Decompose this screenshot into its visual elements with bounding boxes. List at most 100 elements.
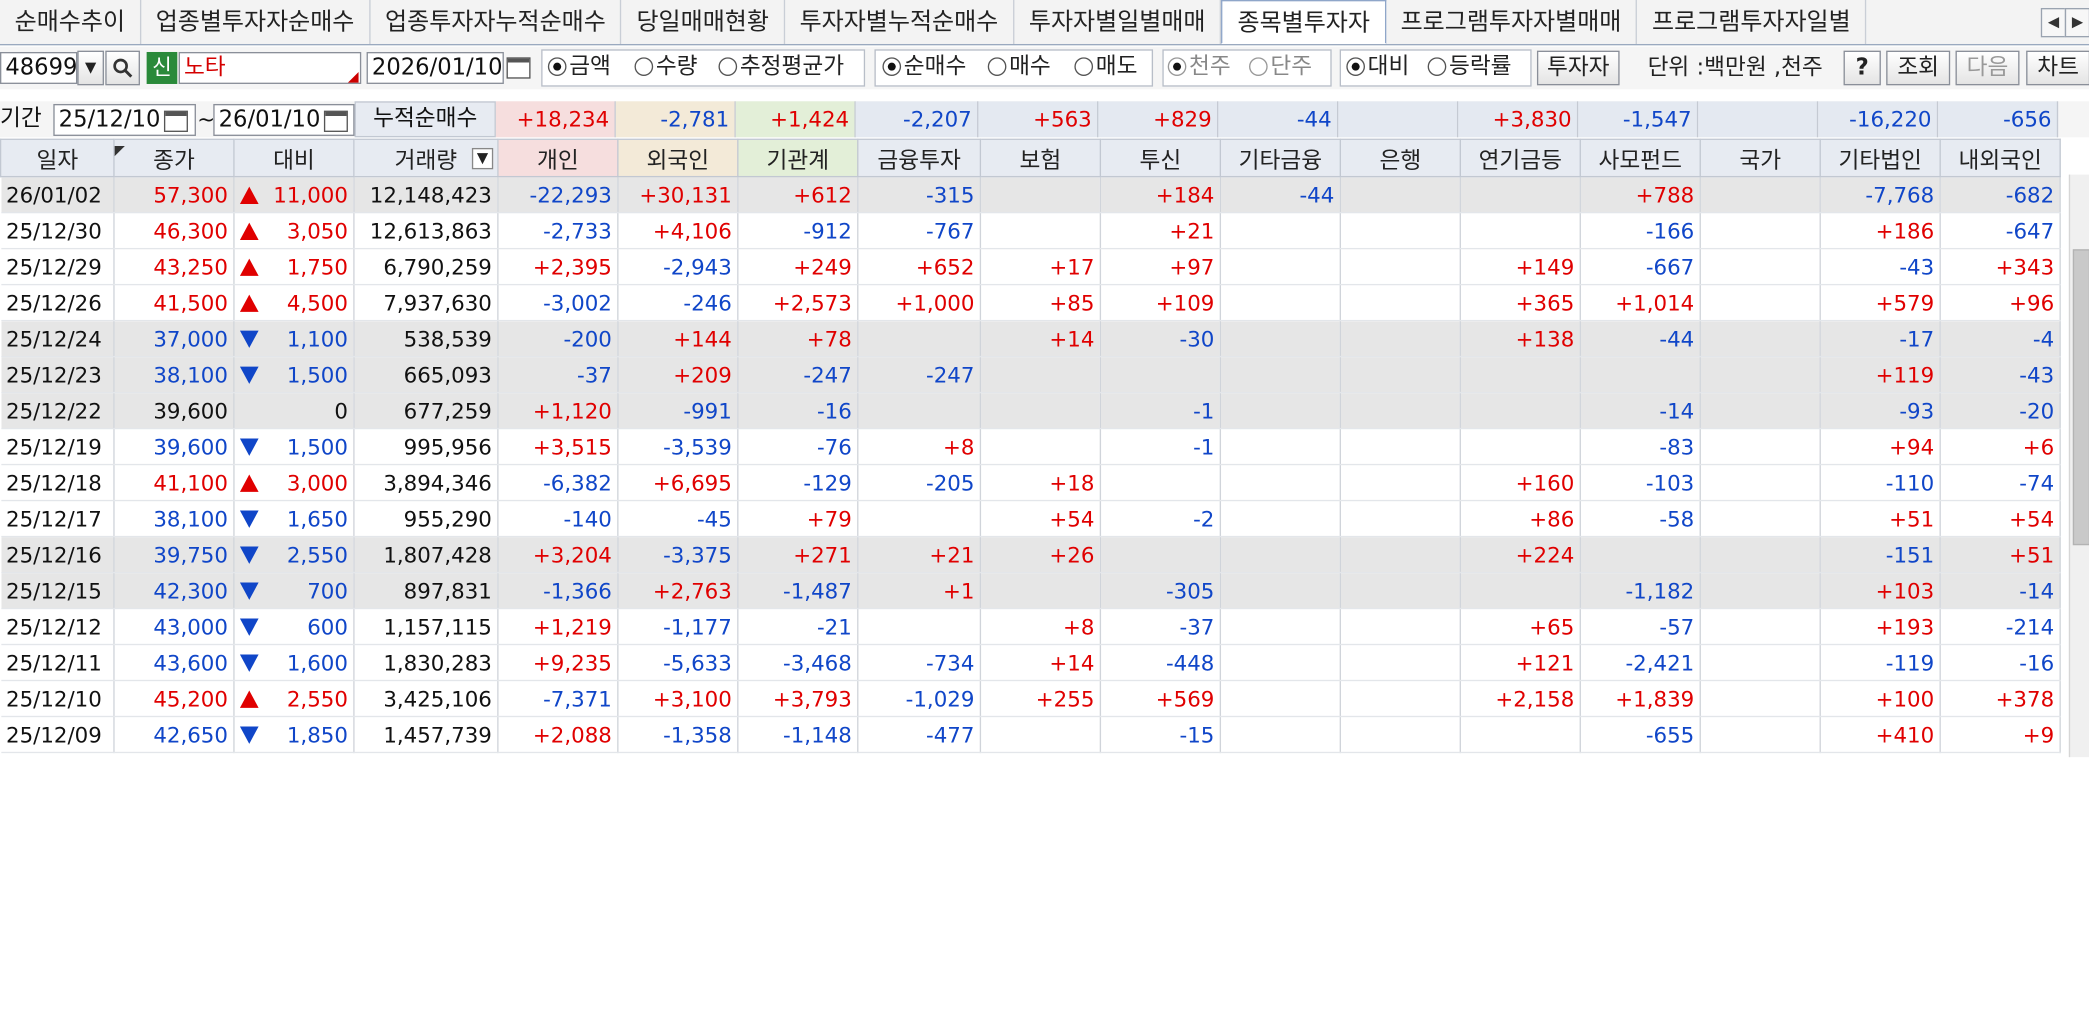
radio-net-buy[interactable]: 순매수 xyxy=(882,49,966,84)
triangle-up-icon xyxy=(239,689,259,708)
chart-button[interactable]: 차트 xyxy=(2026,50,2089,86)
col-header-4[interactable]: 거래량 ▼ xyxy=(353,138,499,178)
col-header-2[interactable]: 종가 xyxy=(113,138,235,178)
stock-code-dropdown-button[interactable]: ▼ xyxy=(77,50,104,86)
cell-investor: +186 xyxy=(1820,212,1941,250)
cell-investor: +3,100 xyxy=(617,680,739,718)
col-header-9[interactable]: 보험 xyxy=(979,138,1102,178)
cell-investor: +9 xyxy=(1940,716,2061,754)
table-row[interactable]: 25/12/26 41,500 4,500 7,937,630 -3,002 -246 +2… xyxy=(0,284,2061,322)
cell-change-value: 1,600 xyxy=(286,649,348,676)
date-input[interactable]: 2026/01/10 xyxy=(366,51,504,84)
cell-investor: +138 xyxy=(1460,320,1581,358)
query-button[interactable]: 조회 xyxy=(1886,50,1951,86)
table-row[interactable]: 25/12/12 43,000 600 1,157,115 +1,219 -1,177 -2… xyxy=(0,608,2061,646)
tab-5[interactable]: 투자자별누적순매수 xyxy=(785,0,1015,44)
table-row[interactable]: 25/12/09 42,650 1,850 1,457,739 +2,088 -1,358… xyxy=(0,716,2061,754)
cell-investor: -17 xyxy=(1820,320,1941,358)
volume-sort-dropdown-icon[interactable]: ▼ xyxy=(471,147,494,170)
period-to-calendar-icon[interactable] xyxy=(323,110,348,132)
table-row[interactable]: 25/12/23 38,100 1,500 665,093 -37 +209 -247 -24… xyxy=(0,356,2061,394)
col-header-1[interactable]: 일자 xyxy=(0,138,115,178)
col-header-5[interactable]: 개인 xyxy=(497,138,619,178)
cell-date: 25/12/15 xyxy=(0,572,115,610)
tab-3[interactable]: 업종투자자누적순매수 xyxy=(370,0,622,44)
scrollbar-thumb[interactable] xyxy=(2072,249,2089,546)
help-button[interactable]: ? xyxy=(1843,50,1881,86)
cell-investor: -43 xyxy=(1940,356,2061,394)
tab-6[interactable]: 투자자별일별매매 xyxy=(1014,0,1222,44)
col-header-14[interactable]: 사모펀드 xyxy=(1579,138,1701,178)
date-calendar-icon[interactable] xyxy=(506,57,531,79)
tab-7[interactable]: 종목별투자자 xyxy=(1221,0,1386,44)
radio-compare-label: 대비 xyxy=(1367,53,1410,80)
tab-1[interactable]: 순매수추이 xyxy=(0,0,142,44)
tab-scroll-right-icon[interactable]: ▶ xyxy=(2064,7,2089,38)
col-header-13[interactable]: 연기금등 xyxy=(1459,138,1581,178)
table-row[interactable]: 25/12/29 43,250 1,750 6,790,259 +2,395 -2,943… xyxy=(0,248,2061,286)
acc-value-3: +1,424 xyxy=(735,101,856,138)
tab-8[interactable]: 프로그램투자자별매매 xyxy=(1386,0,1638,44)
col-header-15[interactable]: 국가 xyxy=(1699,138,1821,178)
table-row[interactable]: 26/01/02 57,300 11,000 12,148,423 -22,293 +30… xyxy=(0,176,2061,214)
col-header-8[interactable]: 금융투자 xyxy=(857,138,982,178)
cell-investor xyxy=(857,320,982,358)
table-row[interactable]: 25/12/30 46,300 3,050 12,613,863 -2,733 +4,10… xyxy=(0,212,2061,250)
cell-investor xyxy=(1700,248,1821,286)
next-button[interactable]: 다음 xyxy=(1955,50,2020,86)
cell-volume: 995,956 xyxy=(353,428,499,466)
cell-investor: +121 xyxy=(1460,644,1581,682)
cell-volume: 1,807,428 xyxy=(353,536,499,574)
table-row[interactable]: 25/12/10 45,200 2,550 3,425,106 -7,371 +3,100… xyxy=(0,680,2061,718)
tab-2[interactable]: 업종별투자자순매수 xyxy=(141,0,371,44)
vertical-scrollbar[interactable] xyxy=(2068,174,2089,758)
cell-investor xyxy=(1460,176,1581,214)
radio-quantity[interactable]: 수량 xyxy=(634,49,698,84)
col-header-10[interactable]: 투신 xyxy=(1099,138,1222,178)
cell-volume: 3,894,346 xyxy=(353,464,499,502)
table-row[interactable]: 25/12/11 43,600 1,600 1,830,283 +9,235 -5,633… xyxy=(0,644,2061,682)
cell-investor xyxy=(1220,212,1341,250)
radio-single-shares[interactable]: 단주 xyxy=(1249,49,1312,84)
tab-9[interactable]: 프로그램투자자일별 xyxy=(1637,0,1867,44)
col-header-12[interactable]: 은행 xyxy=(1339,138,1461,178)
cell-change: 1,650 xyxy=(233,500,355,538)
table-row[interactable]: 25/12/19 39,600 1,500 995,956 +3,515 -3,539 -7… xyxy=(0,428,2061,466)
radio-amount[interactable]: 금액 xyxy=(547,49,611,84)
table-row[interactable]: 25/12/17 38,100 1,650 955,290 -140 -45 +79 +54-… xyxy=(0,500,2061,538)
period-from-calendar-icon[interactable] xyxy=(163,110,188,132)
cell-investor: -1 xyxy=(1100,392,1222,430)
cell-investor: +249 xyxy=(737,248,859,286)
stock-code-input[interactable]: 486990 xyxy=(0,51,92,84)
tab-4[interactable]: 당일매매현황 xyxy=(622,0,785,44)
radio-buy[interactable]: 매수 xyxy=(987,49,1051,84)
col-header-17[interactable]: 내외국인 xyxy=(1939,138,2061,178)
cell-volume: 6,790,259 xyxy=(353,248,499,286)
acc-value-5: +563 xyxy=(978,101,1099,138)
cell-investor: -6,382 xyxy=(497,464,619,502)
table-row[interactable]: 25/12/22 39,600 0 677,259 +1,120 -991 -16 -1 -14… xyxy=(0,392,2061,430)
investor-button[interactable]: 투자자 xyxy=(1536,50,1620,86)
col-header-3[interactable]: 대비 xyxy=(233,138,355,178)
table-row[interactable]: 25/12/18 41,100 3,000 3,894,346 -6,382 +6,695… xyxy=(0,464,2061,502)
cell-investor xyxy=(1100,356,1222,394)
stock-name-field[interactable]: 노타 xyxy=(178,51,362,84)
cell-investor: -93 xyxy=(1820,392,1941,430)
radio-single-shares-label: 단주 xyxy=(1270,53,1313,80)
table-row[interactable]: 25/12/15 42,300 700 897,831 -1,366 +2,763 -1,4… xyxy=(0,572,2061,610)
cell-investor: -682 xyxy=(1940,176,2061,214)
tab-scroll-left-icon[interactable]: ◀ xyxy=(2040,7,2067,38)
table-row[interactable]: 25/12/16 39,750 2,550 1,807,428 +3,204 -3,375… xyxy=(0,536,2061,574)
cell-date: 25/12/12 xyxy=(0,608,115,646)
col-header-7[interactable]: 기관계 xyxy=(737,138,859,178)
table-row[interactable]: 25/12/24 37,000 1,100 538,539 -200 +144 +78 +14… xyxy=(0,320,2061,358)
radio-sell[interactable]: 매도 xyxy=(1074,49,1137,84)
radio-compare[interactable]: 대비 xyxy=(1346,49,1409,84)
col-header-6[interactable]: 외국인 xyxy=(617,138,739,178)
radio-avg-price[interactable]: 추정평균가 xyxy=(718,49,844,84)
col-header-16[interactable]: 기타법인 xyxy=(1819,138,1941,178)
radio-change-rate[interactable]: 등락률 xyxy=(1427,49,1512,84)
search-button[interactable] xyxy=(105,50,140,86)
radio-thousand-shares[interactable]: 천주 xyxy=(1167,49,1231,84)
col-header-11[interactable]: 기타금융 xyxy=(1219,138,1341,178)
